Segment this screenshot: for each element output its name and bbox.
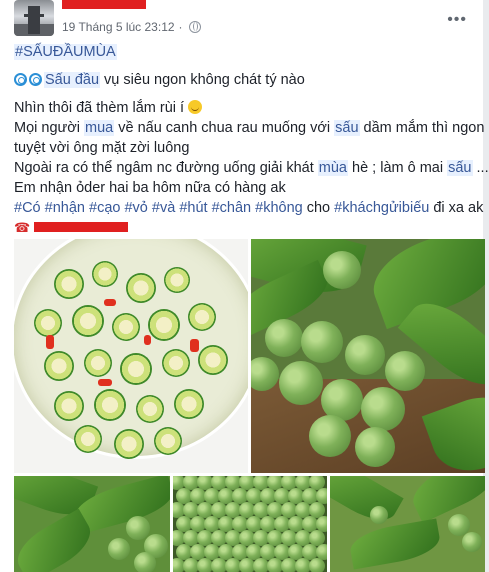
smiling-face-emoji-icon [188,100,203,114]
hashtag[interactable]: #vỏ [124,200,147,216]
hashtag[interactable]: #và [152,200,175,216]
sau-fruit [462,532,482,552]
hashtag[interactable]: #hút [179,200,207,216]
fruit-slice [94,389,126,421]
fruit-slice [54,391,84,421]
fruit-slice [74,425,102,453]
chili-piece [104,299,116,306]
text-line-2: Nhìn thôi đã thèm lắm rùi í [14,98,484,118]
author-name-redacted[interactable] [62,0,146,9]
sau-fruit [126,516,150,540]
facebook-post: 19 Tháng 5 lúc 23:12 · ••• #SẤUĐẦUMÙA Sấ… [0,0,489,572]
hashtag-line: #Có #nhận #cạo #vỏ #và #hút #chân #không… [14,200,484,216]
sau-fruit [265,319,303,357]
cyclone-emoji-icon [14,73,27,86]
phone-number-redacted [34,222,129,232]
avatar-tower [24,6,44,34]
chili-piece [144,335,151,345]
chili-piece [46,335,54,349]
fruit-slice [136,395,164,423]
fruit-slice [174,389,204,419]
fruit-slice [72,305,104,337]
sau-fruit [108,538,130,560]
globe-icon[interactable] [188,21,201,33]
photo-sau-tree-branch[interactable] [330,476,485,572]
keyword-mua-he[interactable]: mùa [317,160,348,176]
fruit-slice [84,349,112,377]
fruit-slice [188,303,216,331]
sau-fruit [361,387,405,431]
photo-sau-pile[interactable] [173,476,327,572]
text-line-4: tuyệt vời ông mặt zời luông [14,140,190,156]
photo-whole-sau-fruits[interactable] [251,239,485,473]
fruit-slice [162,349,190,377]
leaf [405,476,485,524]
sau-fruit [134,552,156,572]
chili-piece [98,379,112,386]
hashtag-title-line: #SẤUĐẦUMÙA [14,42,484,62]
more-options-icon[interactable]: ••• [447,11,467,29]
post-meta: 19 Tháng 5 lúc 23:12 · [62,20,201,34]
hashtag[interactable]: #cạo [89,200,120,216]
fruit-slice [148,309,180,341]
telephone-emoji-icon: ☎ [14,220,31,235]
hashtag[interactable]: #nhận [45,200,85,216]
sau-fruit [370,506,388,524]
hashtag[interactable]: #kháchgửibiếu [334,200,429,216]
fruit-slice [54,269,84,299]
text-line-5: Ngoài ra có thể ngâm nc đường uống giải … [14,160,489,176]
hashtag[interactable]: #chân [212,200,252,216]
fruit-slice [112,313,140,341]
sau-fruit [301,321,343,363]
text-line-3: Mọi người mua về nấu canh chua rau muống… [14,120,485,136]
fruit-slice [198,345,228,375]
post-text: #SẤUĐẦUMÙA Sấu đầu vụ siêu ngon không ch… [14,42,489,238]
keyword-sau[interactable]: sấu [334,120,360,136]
sau-fruit [385,351,425,391]
sau-fruit [323,251,361,289]
fruit-slice [154,427,182,455]
fruit-slice [34,309,62,337]
fruit-slice [114,429,144,459]
sau-fruit [345,335,385,375]
fruit-slice [44,351,74,381]
photo-sau-on-tree[interactable] [14,476,170,572]
keyword-sau-dau[interactable]: Sấu đầu [44,72,101,88]
hashtag[interactable]: #không [255,200,303,216]
keyword-sau-2[interactable]: sấu [447,160,473,176]
avatar[interactable] [14,0,54,36]
hashtag-title[interactable]: #SẤUĐẦUMÙA [14,44,117,60]
sau-fruit [309,415,351,457]
leaf [330,476,404,530]
post-timestamp[interactable]: 19 Tháng 5 lúc 23:12 [62,20,175,34]
keyword-mua[interactable]: mua [84,120,115,136]
hashtag[interactable]: #Có [14,200,41,216]
fruit-slice [164,267,190,293]
cyclone-emoji-icon [29,73,42,86]
sau-fruit [309,558,325,572]
sau-fruit [355,427,395,467]
leaf [347,518,443,570]
text-line-1: Sấu đầu vụ siêu ngon không chát tý nào [14,70,484,90]
fruit-slice [126,273,156,303]
chili-piece [190,339,199,352]
fruit-slice [120,353,152,385]
sau-fruit [279,361,323,405]
text-line-6: Em nhận ỏder hai ba hôm nữa có hàng ak [14,180,286,196]
photo-pickled-sau-bowl[interactable] [14,239,248,473]
fruit-slice [92,261,118,287]
phone-line: ☎ [14,218,484,238]
